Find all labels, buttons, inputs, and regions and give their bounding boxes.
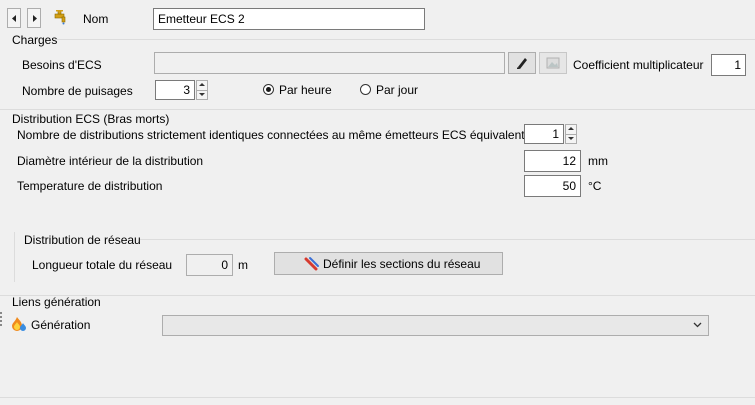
nav-prev-button[interactable] <box>7 8 21 28</box>
fire-water-icon <box>12 317 26 331</box>
faucet-icon <box>54 10 66 25</box>
nav-next-button[interactable] <box>27 8 41 28</box>
distribution-title: Distribution ECS (Bras morts) <box>12 112 170 126</box>
radio-par-heure-label: Par heure <box>279 83 332 97</box>
define-sections-button[interactable]: Définir les sections du réseau <box>274 252 503 275</box>
chevron-down-icon <box>693 322 702 328</box>
define-sections-label: Définir les sections du réseau <box>323 257 481 271</box>
diametre-input[interactable]: 12 <box>524 150 581 172</box>
longueur-label: Longueur totale du réseau <box>32 258 173 272</box>
liens-title: Liens génération <box>12 295 101 309</box>
generation-label: Génération <box>31 318 91 332</box>
longueur-field: 0 <box>186 254 233 276</box>
name-input[interactable]: Emetteur ECS 2 <box>153 8 425 30</box>
pencil-icon <box>517 58 527 69</box>
diametre-unit: mm <box>588 154 608 168</box>
besoins-label: Besoins d'ECS <box>22 58 102 72</box>
temperature-input[interactable]: 50 <box>524 175 581 197</box>
charges-separator <box>55 39 755 40</box>
splitter-handle[interactable] <box>0 312 4 326</box>
puisages-stepper[interactable] <box>196 80 208 100</box>
image-button <box>539 52 567 74</box>
longueur-unit: m <box>238 258 248 272</box>
nb-distributions-stepper[interactable] <box>565 124 577 144</box>
liens-separator <box>0 295 755 296</box>
reseau-title: Distribution de réseau <box>24 233 141 247</box>
coef-input[interactable]: 1 <box>711 54 746 76</box>
puisages-label: Nombre de puisages <box>22 84 133 98</box>
nb-distributions-input[interactable]: 1 <box>524 124 564 144</box>
chevron-left-icon <box>12 15 16 22</box>
puisages-input[interactable]: 3 <box>155 80 195 100</box>
radio-par-jour[interactable] <box>360 84 371 95</box>
image-icon <box>546 57 560 69</box>
charges-title: Charges <box>12 33 58 47</box>
reseau-separator <box>140 239 755 240</box>
diametre-label: Diamètre intérieur de la distribution <box>17 154 204 168</box>
reseau-left-border <box>14 232 15 282</box>
bottom-border <box>0 397 755 398</box>
radio-par-jour-label: Par jour <box>376 83 419 97</box>
pipe-sections-icon <box>304 257 319 271</box>
coef-label: Coefficient multiplicateur <box>573 58 704 72</box>
chevron-right-icon <box>33 15 37 22</box>
name-label: Nom <box>83 12 109 26</box>
edit-besoins-button[interactable] <box>508 52 536 74</box>
besoins-field <box>154 52 505 74</box>
temperature-unit: °C <box>588 179 602 193</box>
radio-par-heure[interactable] <box>263 84 274 95</box>
distribution-separator <box>0 109 755 110</box>
generation-select[interactable] <box>162 315 709 336</box>
nb-distributions-label: Nombre de distributions strictement iden… <box>17 128 525 142</box>
temperature-label: Temperature de distribution <box>17 179 163 193</box>
